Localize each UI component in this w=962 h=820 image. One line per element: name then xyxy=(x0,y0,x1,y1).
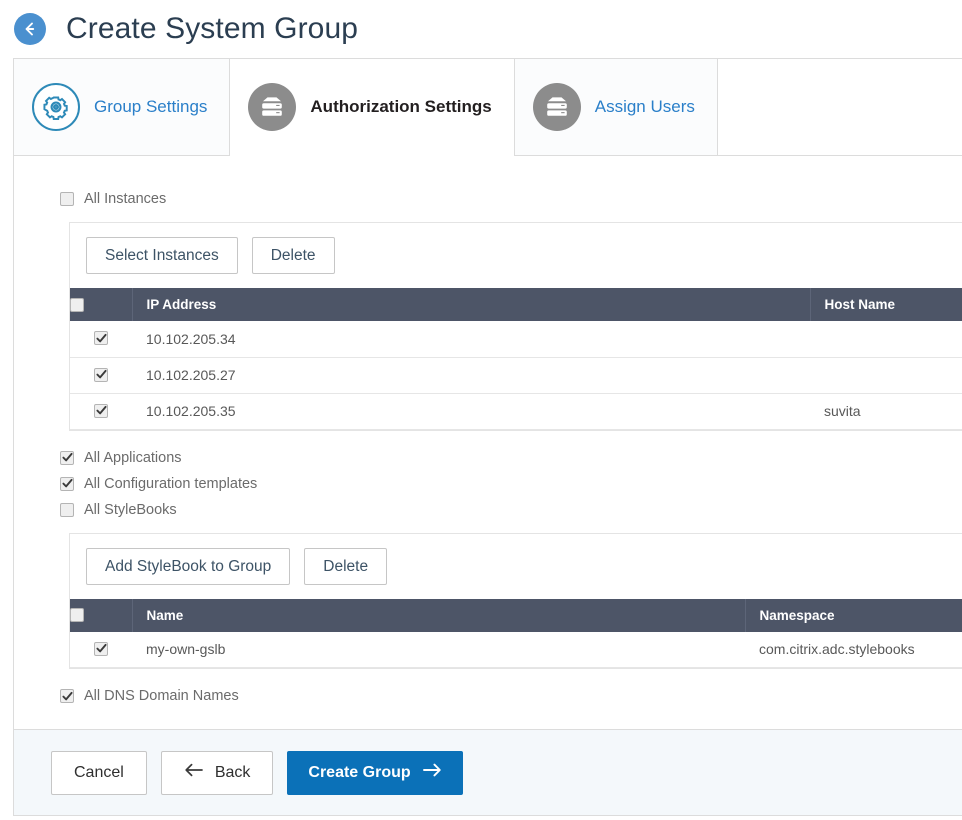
page-header: Create System Group xyxy=(0,0,962,58)
authorization-settings-content: All Instances Select Instances Delete IP xyxy=(14,156,962,729)
all-configuration-templates-checkbox[interactable] xyxy=(60,476,74,491)
table-header-row: Name Namespace xyxy=(70,598,962,632)
row-checkbox-cell[interactable] xyxy=(70,321,132,358)
gear-icon xyxy=(32,83,80,131)
instances-table-body: 10.102.205.34 10.102.205.27 10.102.205.3… xyxy=(70,321,962,430)
tab-label: Assign Users xyxy=(594,97,695,116)
all-stylebooks-label: All StyleBooks xyxy=(84,501,177,518)
back-button-label: Back xyxy=(214,763,251,781)
select-all-stylebooks-header[interactable] xyxy=(70,598,133,632)
cell-ip-address: 10.102.205.27 xyxy=(132,357,810,394)
create-group-button[interactable]: Create Group xyxy=(287,750,463,795)
column-name[interactable]: Name xyxy=(132,598,746,632)
cancel-button[interactable]: Cancel xyxy=(51,750,147,795)
column-namespace[interactable]: Namespace xyxy=(745,598,962,632)
table-header-row: IP Address Host Name xyxy=(70,288,962,322)
delete-instances-button[interactable]: Delete xyxy=(251,237,335,275)
add-stylebook-to-group-button[interactable]: Add StyleBook to Group xyxy=(86,547,291,585)
back-arrow-icon[interactable] xyxy=(14,13,46,45)
all-stylebooks-row: All StyleBooks xyxy=(14,497,962,523)
stylebooks-table-body: my-own-gslb com.citrix.adc.stylebooks xyxy=(70,631,962,669)
instances-table: IP Address Host Name 10.102.205.34 10.10… xyxy=(70,288,962,430)
table-row[interactable]: 10.102.205.27 xyxy=(70,357,962,394)
all-applications-label: All Applications xyxy=(84,449,182,466)
tab-group-settings[interactable]: Group Settings xyxy=(14,59,231,155)
tabbar-filler xyxy=(717,59,962,155)
select-all-instances-header[interactable] xyxy=(70,288,133,322)
all-instances-label: All Instances xyxy=(84,191,167,207)
cancel-button-label: Cancel xyxy=(74,763,124,781)
cell-host-name: suvita xyxy=(810,393,962,430)
instances-section: Select Instances Delete IP Address Host … xyxy=(69,222,962,431)
all-configuration-templates-label: All Configuration templates xyxy=(84,475,258,492)
wizard-panel: Group Settings Authorization Settings As… xyxy=(13,58,962,816)
all-configuration-templates-row: All Configuration templates xyxy=(14,471,962,497)
arrow-left-icon xyxy=(184,763,204,782)
table-row[interactable]: 10.102.205.35 suvita xyxy=(70,393,962,430)
tab-label: Authorization Settings xyxy=(310,97,492,116)
row-checkbox[interactable] xyxy=(94,641,108,656)
row-checkbox-cell[interactable] xyxy=(70,631,132,669)
page-title: Create System Group xyxy=(66,12,359,45)
table-row[interactable]: my-own-gslb com.citrix.adc.stylebooks xyxy=(70,631,962,669)
row-checkbox[interactable] xyxy=(94,367,108,382)
all-applications-checkbox[interactable] xyxy=(60,450,74,465)
instances-toolbar: Select Instances Delete xyxy=(70,223,962,288)
arrow-right-icon xyxy=(422,763,442,782)
create-group-button-label: Create Group xyxy=(308,763,411,781)
wizard-tabbar: Group Settings Authorization Settings As… xyxy=(14,59,962,156)
all-dns-domain-names-checkbox[interactable] xyxy=(60,689,74,704)
cell-ip-address: 10.102.205.34 xyxy=(132,321,810,358)
tab-authorization-settings[interactable]: Authorization Settings xyxy=(230,59,515,156)
column-host-name[interactable]: Host Name xyxy=(810,288,962,322)
all-instances-checkbox[interactable] xyxy=(60,192,74,206)
all-applications-row: All Applications xyxy=(14,445,962,471)
cell-namespace: com.citrix.adc.stylebooks xyxy=(745,631,962,669)
delete-stylebook-button[interactable]: Delete xyxy=(304,547,388,585)
stack-icon xyxy=(532,83,581,131)
back-button[interactable]: Back xyxy=(160,750,274,795)
all-instances-row: All Instances xyxy=(14,186,962,212)
row-checkbox-cell[interactable] xyxy=(70,393,132,430)
stylebooks-section: Add StyleBook to Group Delete Name Names… xyxy=(69,532,962,670)
all-stylebooks-checkbox[interactable] xyxy=(60,502,74,517)
cell-name: my-own-gslb xyxy=(132,631,745,669)
cell-host-name xyxy=(810,321,962,358)
cell-host-name xyxy=(810,357,962,394)
table-row[interactable]: 10.102.205.34 xyxy=(70,321,962,358)
column-ip-address[interactable]: IP Address xyxy=(132,288,811,322)
tab-assign-users[interactable]: Assign Users xyxy=(514,59,718,155)
row-checkbox[interactable] xyxy=(94,331,108,346)
row-checkbox[interactable] xyxy=(94,403,108,418)
stylebooks-toolbar: Add StyleBook to Group Delete xyxy=(70,534,962,599)
stack-icon xyxy=(248,83,297,131)
all-dns-domain-names-row: All DNS Domain Names xyxy=(14,683,962,709)
cell-ip-address: 10.102.205.35 xyxy=(132,393,810,430)
tab-label: Group Settings xyxy=(94,97,208,116)
select-all-stylebooks-checkbox[interactable] xyxy=(70,608,84,623)
stylebooks-table: Name Namespace my-own-gslb com.citrix.ad… xyxy=(70,598,962,669)
select-instances-button[interactable]: Select Instances xyxy=(86,237,238,275)
row-checkbox-cell[interactable] xyxy=(70,357,132,394)
wizard-footer: Cancel Back Create Group xyxy=(14,729,962,815)
all-dns-domain-names-label: All DNS Domain Names xyxy=(84,688,239,705)
select-all-instances-checkbox[interactable] xyxy=(70,297,84,312)
